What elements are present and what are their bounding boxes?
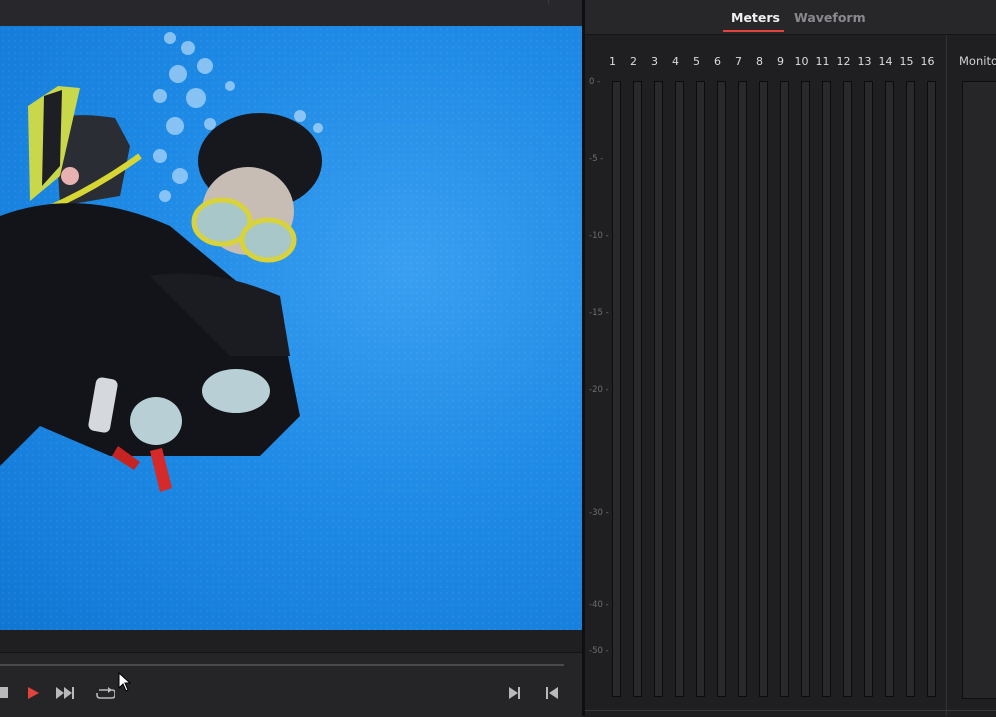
play-button[interactable]: [23, 683, 43, 703]
channel-meter-bar: [759, 81, 768, 697]
scale-label: -15 -: [589, 308, 609, 318]
jump-to-end-icon: [509, 687, 520, 699]
channel-number: 8: [756, 55, 763, 68]
channel-meter-bar: [738, 81, 747, 697]
channel-meter-bar: [633, 81, 642, 697]
channel-meter-bar: [675, 81, 684, 697]
jump-to-start-icon: [546, 687, 558, 699]
scale-label: -10 -: [589, 231, 609, 241]
channel-number: 16: [920, 55, 935, 68]
transport-controls: [0, 652, 584, 717]
channel-number: 12: [836, 55, 851, 68]
loop-icon: [96, 687, 115, 699]
channel-meter-bar: [927, 81, 936, 697]
tab-meters[interactable]: Meters: [731, 10, 780, 25]
channel-meter-bar: [801, 81, 810, 697]
viewer-header: [0, 0, 584, 27]
channel-number: 11: [815, 55, 830, 68]
stop-button[interactable]: [0, 683, 14, 703]
jump-to-start-button[interactable]: [542, 683, 562, 703]
channel-number: 1: [609, 55, 616, 68]
channel-number: 14: [878, 55, 893, 68]
tab-waveform[interactable]: Waveform: [794, 10, 866, 25]
channel-meter-bar: [885, 81, 894, 697]
scale-label: 0 -: [589, 77, 601, 87]
channel-meter-bar: [864, 81, 873, 697]
video-preview[interactable]: [0, 26, 582, 630]
diver-image: [0, 32, 323, 492]
channel-number: 6: [714, 55, 721, 68]
monitor-meter-area: Monito: [946, 35, 996, 716]
loop-button[interactable]: [95, 683, 115, 703]
mouse-cursor-icon: [118, 672, 132, 692]
viewer-timecode-strip: [0, 630, 584, 652]
fast-forward-button[interactable]: [56, 683, 76, 703]
channel-meters: 1 2 3 4 5 6 7 8 9 10 11 12 13 14 15 16 0 - -5 - -10 - -15 -…: [585, 35, 945, 716]
scale-label: -40 -: [589, 600, 609, 610]
channel-meter-bar: [906, 81, 915, 697]
channel-meter-bar: [696, 81, 705, 697]
play-icon: [28, 687, 39, 699]
channel-number: 10: [794, 55, 809, 68]
channel-number: 9: [777, 55, 784, 68]
monitor-meter-bar: [962, 81, 996, 699]
scrub-bar[interactable]: [0, 664, 564, 666]
channel-number: 3: [651, 55, 658, 68]
stop-icon: [0, 687, 8, 698]
scale-label: -20 -: [589, 385, 609, 395]
active-tab-indicator: [723, 30, 784, 32]
channel-meter-bar: [780, 81, 789, 697]
channel-number: 13: [857, 55, 872, 68]
channel-number: 2: [630, 55, 637, 68]
channel-meter-bar: [822, 81, 831, 697]
meters-panel: Meters Waveform 1 2 3 4 5 6 7 8 9 10 11 12 13 14 15 16 0…: [585, 0, 996, 716]
channel-meter-bar: [843, 81, 852, 697]
channel-number: 5: [693, 55, 700, 68]
scale-label: -5 -: [589, 154, 604, 164]
channel-number: 15: [899, 55, 914, 68]
monitor-label: Monito: [959, 54, 996, 68]
scale-label: -30 -: [589, 508, 609, 518]
channel-number: 7: [735, 55, 742, 68]
channel-meter-bar: [654, 81, 663, 697]
channel-meter-bar: [612, 81, 621, 697]
fast-forward-icon: [56, 687, 74, 699]
channel-meter-bar: [717, 81, 726, 697]
bottom-rule: [585, 710, 996, 711]
panel-tabs: Meters Waveform: [585, 0, 996, 35]
jump-to-end-button[interactable]: [505, 683, 525, 703]
scale-label: -50 -: [589, 646, 609, 656]
channel-number: 4: [672, 55, 679, 68]
